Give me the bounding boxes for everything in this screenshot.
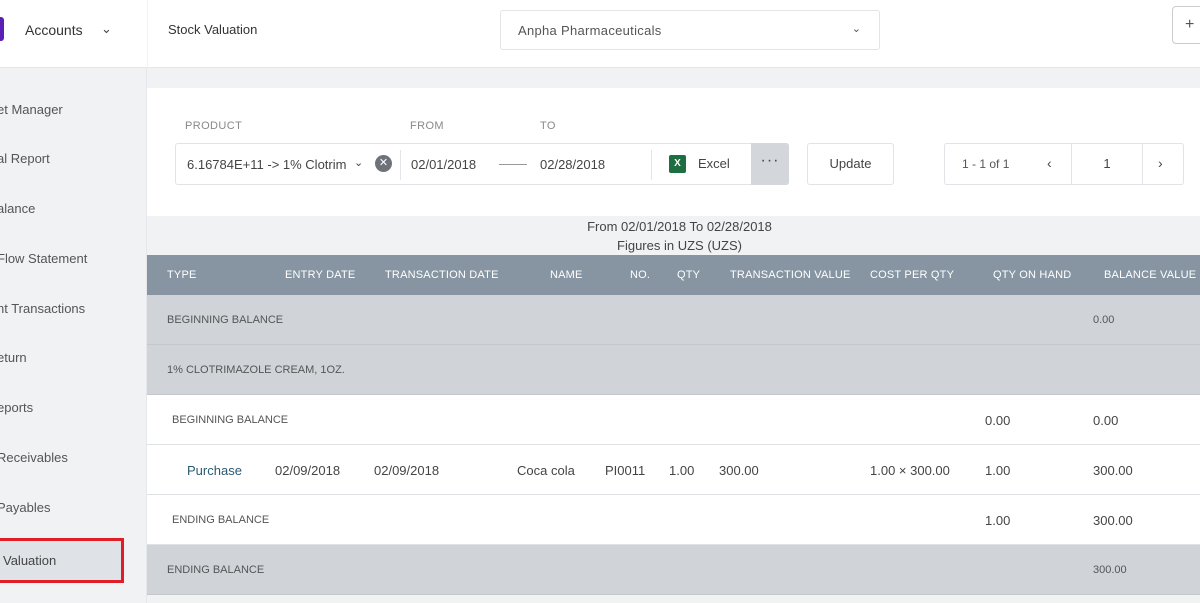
balance-value: 0.00 <box>1093 413 1119 428</box>
product-select[interactable]: 6.16784E+11 -> 1% Clotrimazole Cream, 1o… <box>187 157 347 172</box>
sidebar-item-label: Valuation <box>3 553 57 568</box>
column-header-cost-per-qty: COST PER QTY <box>870 269 955 281</box>
update-button[interactable]: Update <box>807 143 894 185</box>
app-logo <box>0 17 4 41</box>
chevron-right-icon[interactable]: › <box>1158 155 1163 171</box>
chevron-left-icon[interactable]: ‹ <box>1047 155 1052 171</box>
transaction-date: 02/09/2018 <box>374 463 440 478</box>
column-header-balance-value: BALANCE VALUE <box>1104 269 1197 281</box>
company-select[interactable]: Anpha Pharmaceuticals ⌄ <box>500 10 880 50</box>
sidebar: Accounts ⌄ et Manager al Report alance F… <box>0 0 147 603</box>
balance-value: 0.00 <box>1093 314 1115 326</box>
qty-on-hand: 1.00 <box>985 513 1011 528</box>
excel-icon[interactable]: X <box>669 155 686 173</box>
divider <box>651 150 652 180</box>
table-header: TYPE ENTRY DATE TRANSACTION DATE NAME NO… <box>147 255 1200 295</box>
divider <box>400 150 401 180</box>
column-header-transaction-value: TRANSACTION VALUE <box>730 269 851 281</box>
chevron-down-icon: ⌄ <box>851 23 861 35</box>
product-label: PRODUCT <box>185 120 243 132</box>
more-options-button[interactable]: ··· <box>751 143 789 185</box>
pagination-info: 1 - 1 of 1 <box>962 157 1010 171</box>
row-label: BEGINNING BALANCE <box>167 314 284 326</box>
report-currency: Figures in UZS (UZS) <box>617 238 742 253</box>
filter-bar: 6.16784E+11 -> 1% Clotrimazole Cream, 1o… <box>175 143 789 185</box>
column-header-entry-date: ENTRY DATE <box>285 269 356 281</box>
sidebar-item-payables[interactable]: Payables <box>0 500 147 522</box>
sidebar-item-asset-manager[interactable]: et Manager <box>0 102 147 124</box>
row-label: ENDING BALANCE <box>172 514 270 526</box>
sidebar-item-balance[interactable]: alance <box>0 201 147 223</box>
chevron-down-icon[interactable]: ⌄ <box>101 21 112 37</box>
sidebar-item-receivables[interactable]: Receivables <box>0 450 147 472</box>
from-date-input[interactable]: 02/01/2018 <box>411 157 476 172</box>
product-group-label: 1% CLOTRIMAZOLE CREAM, 1OZ. <box>167 364 345 376</box>
page-title: Stock Valuation <box>168 22 258 37</box>
pagination: 1 - 1 of 1 ‹ 1 › <box>944 143 1184 185</box>
sidebar-item-return[interactable]: eturn <box>0 350 147 372</box>
column-header-name: NAME <box>550 269 583 281</box>
to-date-input[interactable]: 02/28/2018 <box>540 157 605 172</box>
to-label: TO <box>540 120 556 132</box>
table-row: BEGINNING BALANCE 0.00 <box>147 295 1200 345</box>
table-row: BEGINNING BALANCE 0.00 0.00 <box>147 395 1200 445</box>
report-date-range: From 02/01/2018 To 02/28/2018 <box>587 219 772 234</box>
date-range-dash <box>499 164 527 165</box>
column-header-qty: QTY <box>677 269 701 281</box>
sidebar-item-journal-report[interactable]: al Report <box>0 151 147 173</box>
from-label: FROM <box>410 120 444 132</box>
stock-valuation-table: TYPE ENTRY DATE TRANSACTION DATE NAME NO… <box>147 255 1200 595</box>
entry-date: 02/09/2018 <box>275 463 341 478</box>
transaction-value: 300.00 <box>719 463 759 478</box>
top-bar: Stock Valuation Anpha Pharmaceuticals ⌄ … <box>148 0 1200 68</box>
balance-value: 300.00 <box>1093 463 1133 478</box>
transaction-no: PI0011 <box>605 463 646 478</box>
sidebar-item-account-transactions[interactable]: nt Transactions <box>0 301 147 323</box>
sidebar-item-reports[interactable]: eports <box>0 400 147 422</box>
table-row: ENDING BALANCE 300.00 <box>147 545 1200 595</box>
column-header-type: TYPE <box>167 269 197 281</box>
table-row: ENDING BALANCE 1.00 300.00 <box>147 495 1200 545</box>
table-row: Purchase 02/09/2018 02/09/2018 Coca cola… <box>147 445 1200 495</box>
qty-on-hand: 0.00 <box>985 413 1011 428</box>
sidebar-item-stock-valuation[interactable]: Valuation <box>0 538 124 583</box>
column-header-qty-on-hand: QTY ON HAND <box>993 269 1072 281</box>
row-label: BEGINNING BALANCE <box>172 414 289 426</box>
module-switcher-label[interactable]: Accounts <box>25 22 83 38</box>
filter-panel: PRODUCT FROM TO 6.16784E+11 -> 1% Clotri… <box>147 88 1200 216</box>
balance-value: 300.00 <box>1093 564 1127 576</box>
table-row: 1% CLOTRIMAZOLE CREAM, 1OZ. <box>147 345 1200 395</box>
chevron-down-icon[interactable]: ⌄ <box>354 156 363 169</box>
transaction-qty: 1.00 <box>669 463 695 478</box>
excel-export-button[interactable]: Excel <box>698 156 730 171</box>
company-select-value: Anpha Pharmaceuticals <box>518 23 662 38</box>
balance-value: 300.00 <box>1093 513 1133 528</box>
row-label: ENDING BALANCE <box>167 564 265 576</box>
add-button[interactable]: + <box>1172 6 1200 44</box>
qty-on-hand: 1.00 <box>985 463 1011 478</box>
cost-per-qty: 1.00 × 300.00 <box>870 463 950 478</box>
column-header-transaction-date: TRANSACTION DATE <box>385 269 499 281</box>
sidebar-item-cash-flow-statement[interactable]: Flow Statement <box>0 251 147 273</box>
sidebar-header: Accounts ⌄ <box>0 0 147 68</box>
transaction-name: Coca cola <box>517 463 575 478</box>
column-header-no: NO. <box>630 269 651 281</box>
transaction-type-link[interactable]: Purchase <box>187 463 242 478</box>
page-number-input[interactable]: 1 <box>1071 144 1143 184</box>
clear-icon[interactable]: ✕ <box>375 155 392 172</box>
